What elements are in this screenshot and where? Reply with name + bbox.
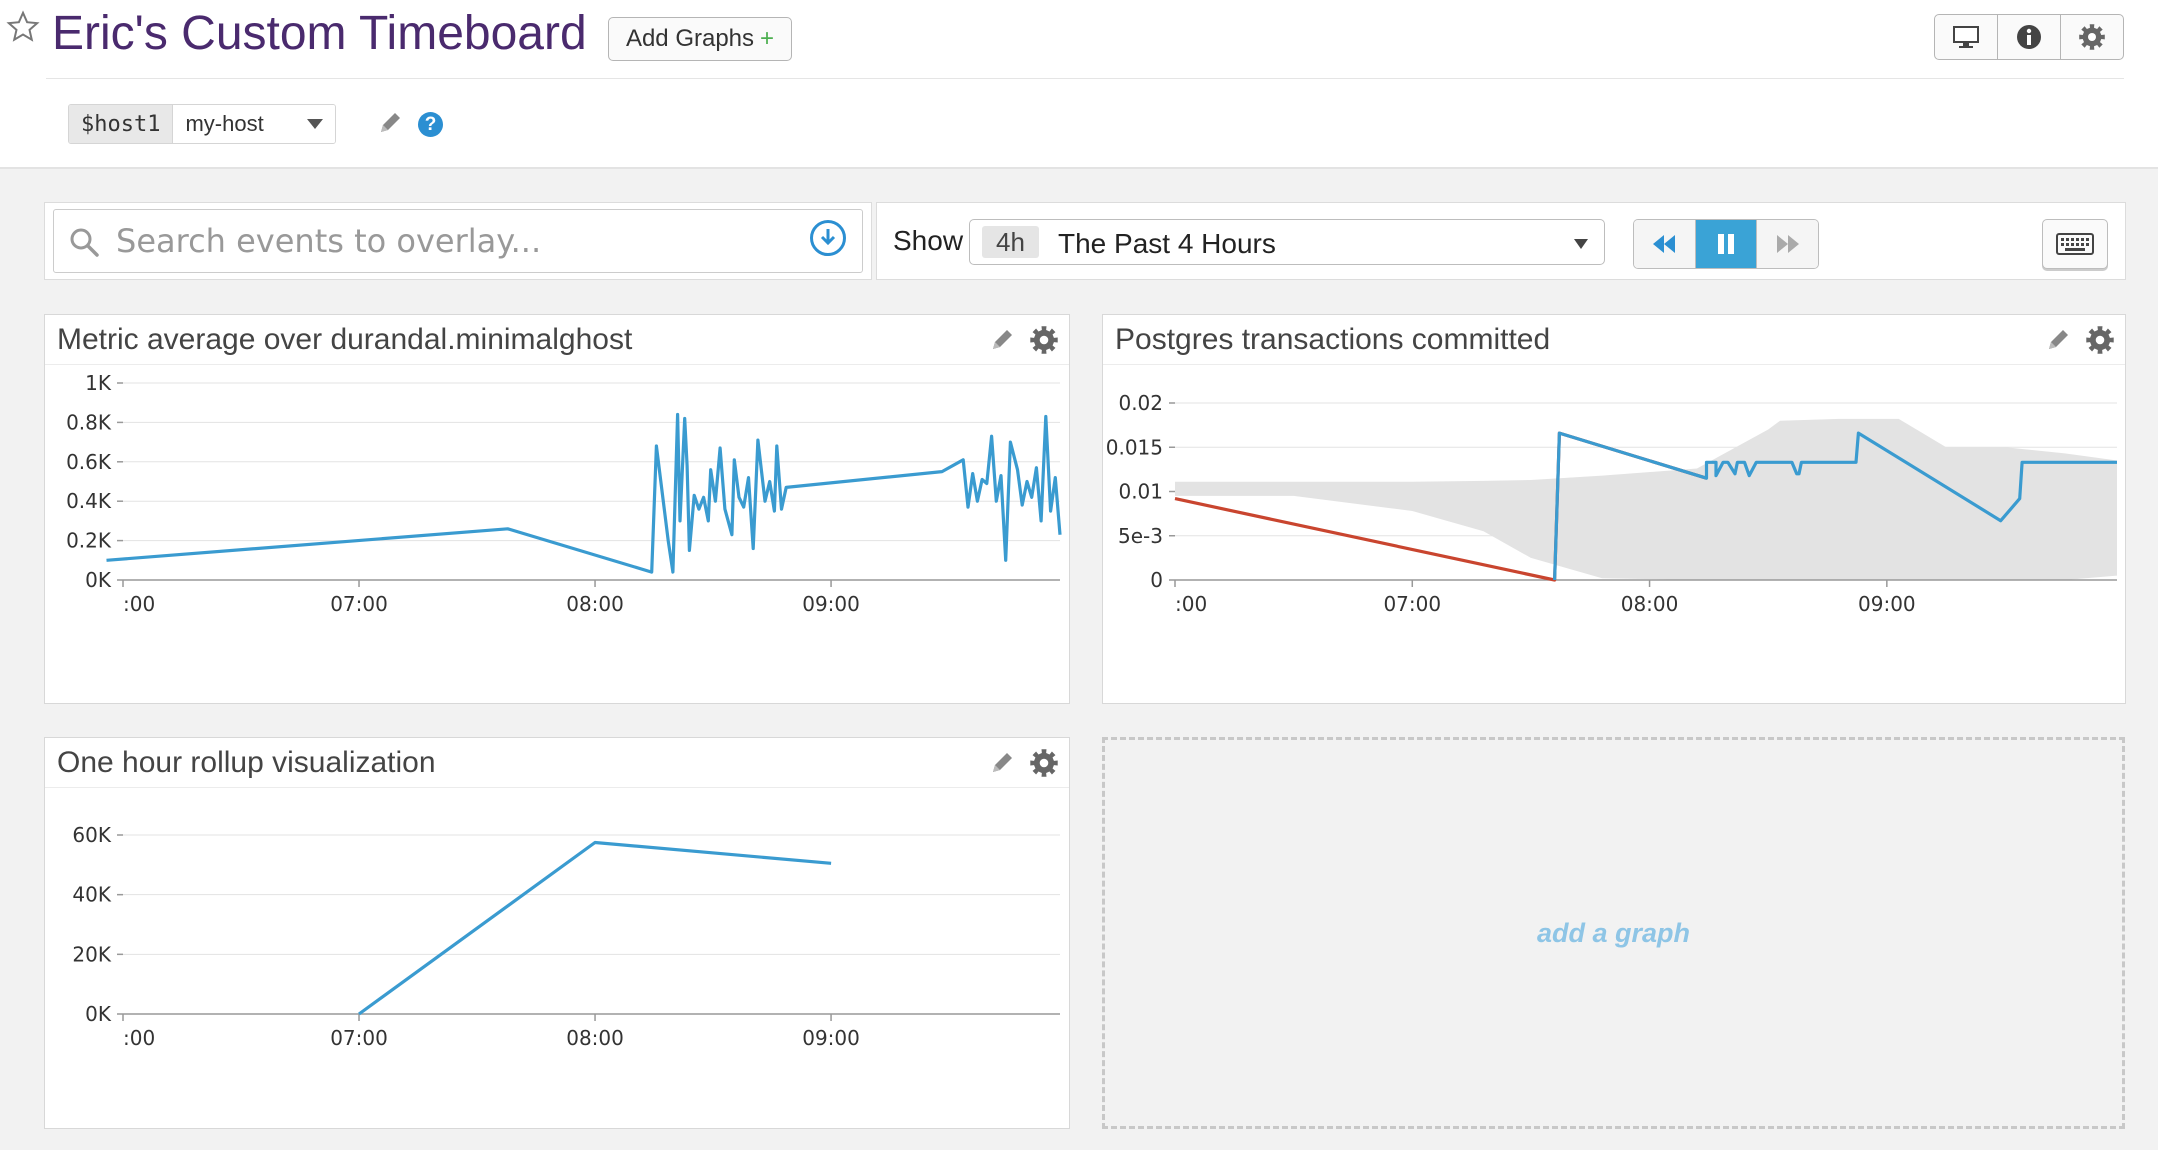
template-variable-name: $host1 bbox=[69, 105, 174, 143]
timeframe-label: The Past 4 Hours bbox=[1058, 228, 1276, 259]
add-graph-link[interactable]: add a graph bbox=[1537, 918, 1690, 949]
widget-tools bbox=[2045, 325, 2115, 355]
event-search-panel: × bbox=[44, 202, 872, 280]
pencil-icon[interactable] bbox=[377, 110, 403, 136]
settings-button[interactable] bbox=[2061, 15, 2123, 59]
y-tick-label: 0.6K bbox=[66, 450, 112, 474]
y-tick-label: 60K bbox=[72, 823, 111, 847]
y-tick-label: 0K bbox=[85, 568, 112, 592]
y-tick-label: 0 bbox=[1150, 568, 1163, 592]
x-tick-label: 07:00 bbox=[330, 1026, 388, 1050]
gear-icon[interactable] bbox=[1029, 325, 1059, 355]
fast-forward-icon bbox=[1776, 235, 1799, 253]
page-title: Eric's Custom Timeboard bbox=[52, 7, 587, 60]
pause-icon bbox=[1718, 234, 1734, 254]
caret-down-icon bbox=[307, 119, 324, 129]
series-line bbox=[106, 412, 1062, 574]
caret-down-icon bbox=[1574, 239, 1588, 249]
gear-icon[interactable] bbox=[1029, 748, 1059, 778]
template-variable: $host1 my-host bbox=[68, 104, 337, 144]
header-button-group bbox=[1934, 14, 2124, 60]
confidence-band bbox=[1175, 418, 2117, 580]
help-icon[interactable]: ? bbox=[418, 112, 443, 137]
y-tick-label: 1K bbox=[85, 371, 112, 395]
widget-tools bbox=[989, 325, 1059, 355]
add-graph-placeholder[interactable]: add a graph bbox=[1102, 737, 2125, 1129]
info-icon bbox=[2017, 25, 2041, 49]
widget-title: Postgres transactions committed bbox=[1115, 323, 1551, 356]
monitor-icon bbox=[1953, 26, 1979, 48]
pencil-icon[interactable] bbox=[989, 750, 1015, 776]
y-tick-label: 0K bbox=[85, 1002, 112, 1026]
template-variable-value: my-host bbox=[185, 111, 264, 136]
time-controls: Show 4h The Past 4 Hours bbox=[876, 202, 2126, 280]
playback-controls bbox=[1633, 219, 1819, 269]
x-tick-label: 08:00 bbox=[1621, 592, 1679, 616]
x-tick-label: 07:00 bbox=[330, 592, 388, 616]
x-tick-label: :00 bbox=[123, 1026, 155, 1050]
rewind-icon bbox=[1653, 235, 1676, 253]
fast-forward-button[interactable] bbox=[1757, 220, 1818, 268]
series-line bbox=[358, 840, 832, 1016]
y-tick-label: 0.4K bbox=[66, 489, 112, 513]
x-tick-label: 09:00 bbox=[802, 1026, 860, 1050]
plus-icon: + bbox=[760, 25, 775, 52]
info-button[interactable] bbox=[1998, 15, 2061, 59]
y-tick-label: 0.015 bbox=[1106, 435, 1163, 459]
widget-postgres-transactions: Postgres transactions committed 0 5e-3 0.0… bbox=[1102, 314, 2126, 704]
widget-tools bbox=[989, 748, 1059, 778]
arrow-down-icon bbox=[820, 229, 836, 246]
timeframe-select[interactable]: 4h The Past 4 Hours bbox=[969, 219, 1605, 265]
y-tick-label: 0.01 bbox=[1118, 480, 1163, 504]
x-tick-label: :00 bbox=[1175, 592, 1207, 616]
header-divider bbox=[46, 78, 2124, 79]
widget-one-hour-rollup: One hour rollup visualization 0K 20K 40K 60… bbox=[44, 737, 1070, 1129]
one-hour-rollup-chart: 0K 20K 40K 60K :00 07:00 08:00 09:00 bbox=[72, 823, 1060, 1050]
x-tick-label: 07:00 bbox=[1383, 592, 1441, 616]
widget-header: Postgres transactions committed bbox=[1103, 315, 2125, 365]
x-tick-label: 09:00 bbox=[1858, 592, 1916, 616]
header: Eric's Custom Timeboard Add Graphs + $ho… bbox=[0, 0, 2158, 169]
metric-average-chart: 0K 0.2K 0.4K 0.6K 0.8K 1K :00 07:00 08:00 09:00 bbox=[66, 371, 1062, 616]
event-search-field: × bbox=[53, 209, 863, 273]
rewind-button[interactable] bbox=[1634, 220, 1696, 268]
y-tick-label: 5e-3 bbox=[1118, 524, 1163, 548]
x-tick-label: 09:00 bbox=[802, 592, 860, 616]
keyboard-icon bbox=[2056, 233, 2094, 255]
timeframe-short-badge: 4h bbox=[982, 226, 1039, 258]
widget-header: One hour rollup visualization bbox=[45, 738, 1069, 788]
search-icon bbox=[70, 228, 99, 257]
add-graphs-button[interactable]: Add Graphs + bbox=[608, 17, 792, 61]
widget-title: Metric average over durandal.minimalghos… bbox=[57, 323, 633, 356]
search-input[interactable] bbox=[116, 218, 776, 264]
x-tick-label: 08:00 bbox=[566, 592, 624, 616]
x-tick-label: :00 bbox=[123, 592, 155, 616]
widget-title: One hour rollup visualization bbox=[57, 746, 436, 779]
pencil-icon[interactable] bbox=[989, 327, 1015, 353]
pencil-icon[interactable] bbox=[2045, 327, 2071, 353]
y-tick-label: 20K bbox=[72, 942, 111, 966]
widget-metric-average: Metric average over durandal.minimalghos… bbox=[44, 314, 1070, 704]
pause-button[interactable] bbox=[1695, 220, 1758, 268]
keyboard-shortcuts-button[interactable] bbox=[2042, 219, 2108, 269]
y-tick-label: 0.2K bbox=[66, 529, 112, 553]
gear-icon bbox=[2079, 24, 2105, 50]
add-graphs-label: Add Graphs bbox=[625, 25, 755, 52]
download-icon[interactable] bbox=[810, 220, 846, 256]
x-tick-label: 08:00 bbox=[566, 1026, 624, 1050]
template-variable-select[interactable]: my-host bbox=[173, 105, 336, 143]
widget-header: Metric average over durandal.minimalghos… bbox=[45, 315, 1069, 365]
gear-icon[interactable] bbox=[2085, 325, 2115, 355]
y-tick-label: 0.02 bbox=[1118, 391, 1163, 415]
y-tick-label: 0.8K bbox=[66, 410, 112, 434]
show-label: Show bbox=[893, 225, 964, 256]
y-tick-label: 40K bbox=[72, 883, 111, 907]
postgres-transactions-chart: 0 5e-3 0.01 0.015 0.02 :00 07:00 08:00 09:00 bbox=[1106, 391, 2117, 616]
tv-mode-button[interactable] bbox=[1935, 15, 1998, 59]
star-icon[interactable] bbox=[6, 10, 40, 44]
